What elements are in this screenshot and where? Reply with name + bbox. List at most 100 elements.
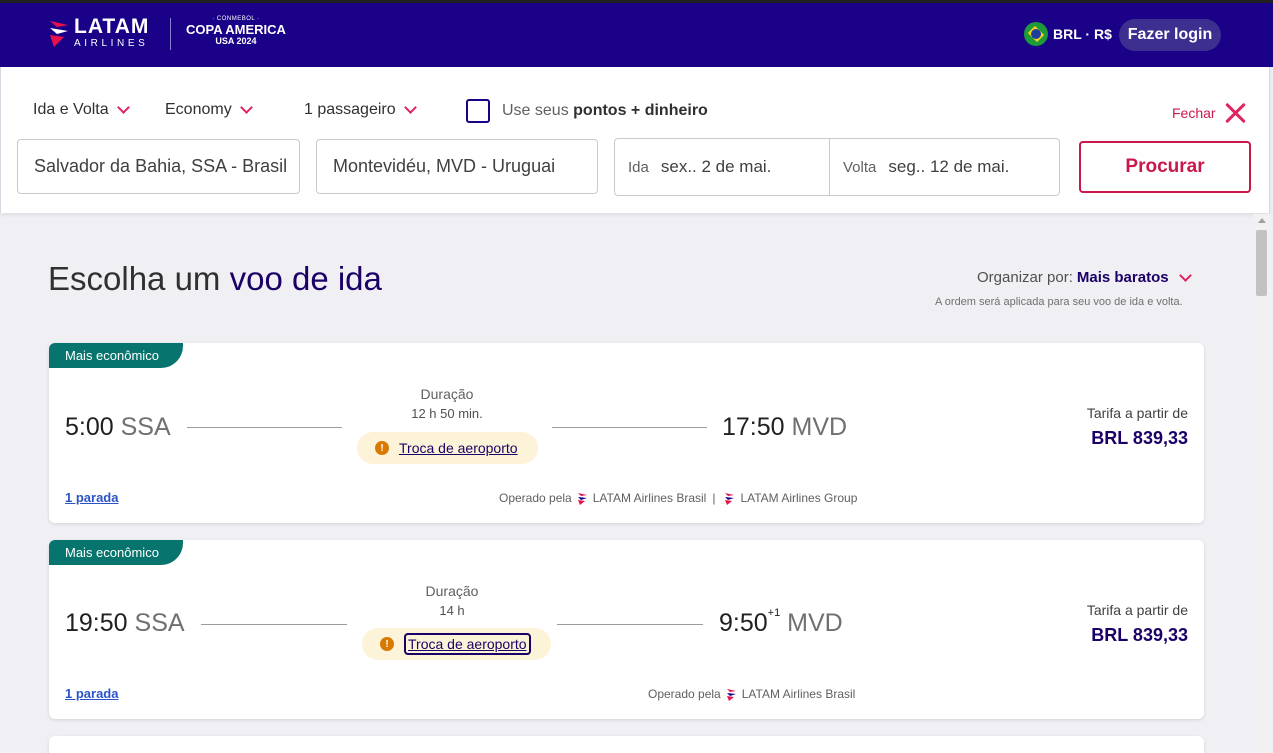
- currency-selector[interactable]: BRL · R$: [1024, 22, 1112, 46]
- copa-main: COPA AMERICA: [186, 22, 286, 37]
- airport-change-pill: ! Troca de aeroporto: [357, 432, 538, 464]
- latam-logo-icon: [50, 20, 68, 47]
- trip-type-dropdown[interactable]: Ida e Volta: [33, 101, 130, 119]
- cheapest-badge: Mais econômico: [49, 540, 183, 565]
- dep-airport: SSA: [134, 609, 185, 637]
- points-bold: pontos + dinheiro: [573, 102, 708, 119]
- arrival-time: 9:50+1 MVD: [719, 607, 843, 638]
- dep-time: 19:50: [65, 609, 128, 637]
- return-value: seg.. 12 de mai.: [888, 157, 1010, 176]
- dep-time: 5:00: [65, 413, 114, 441]
- sort-label: Organizar por:: [977, 269, 1073, 286]
- passengers-label: 1 passageiro: [304, 101, 396, 118]
- date-divider: [829, 139, 830, 195]
- duration-label: Duração: [425, 583, 479, 599]
- trip-type-label: Ida e Volta: [33, 101, 109, 118]
- flight-card[interactable]: Mais econômico 5:00 SSA Duração 12 h 50 …: [49, 343, 1204, 523]
- sort-note: A ordem será aplicada para seu voo de id…: [935, 296, 1183, 308]
- top-bar: LATAM AIRLINES · CONMEBOL · COPA AMERICA…: [0, 0, 1273, 67]
- scroll-thumb[interactable]: [1256, 230, 1267, 296]
- operator-1: LATAM Airlines Brasil: [592, 491, 707, 505]
- operator-1: LATAM Airlines Brasil: [741, 687, 856, 701]
- airport-change-pill: ! Troca de aeroporto: [362, 628, 551, 660]
- destination-value: Montevidéu, MVD - Uruguai: [333, 156, 556, 176]
- arr-time: 17:50: [722, 413, 785, 441]
- fare-value: BRL 839,33: [1091, 428, 1188, 448]
- logo-divider: [170, 18, 171, 50]
- brazil-flag-icon: [1024, 22, 1048, 46]
- close-icon: [1224, 102, 1246, 124]
- depart-value: sex.. 2 de mai.: [660, 157, 772, 176]
- operator-separator: |: [712, 491, 716, 505]
- fare-value: BRL 839,33: [1091, 625, 1188, 645]
- chevron-down-icon: [116, 101, 130, 114]
- brand-name: LATAM: [74, 15, 150, 38]
- copa-sub: USA 2024: [215, 36, 257, 46]
- login-button[interactable]: Fazer login: [1119, 19, 1221, 51]
- operated-by: Operado pela LATAM Airlines Brasil | LAT…: [499, 491, 857, 505]
- brand-sub: AIRLINES: [74, 38, 149, 49]
- depart-date-field[interactable]: Ida sex.. 2 de mai.: [628, 139, 771, 195]
- duration-value: 12 h 50 min.: [411, 406, 483, 421]
- chevron-down-icon: [239, 101, 253, 114]
- chevron-down-icon: [403, 101, 417, 114]
- warning-icon: !: [375, 441, 389, 455]
- fare-label: Tarifa a partir de: [1086, 602, 1188, 618]
- stops-link[interactable]: 1 parada: [65, 686, 118, 701]
- scroll-up-icon[interactable]: [1258, 218, 1266, 223]
- operated-by: Operado pela LATAM Airlines Brasil: [648, 687, 855, 701]
- close-search-button[interactable]: Fechar: [1172, 102, 1246, 124]
- origin-field[interactable]: Salvador da Bahia, SSA - Brasil: [17, 139, 300, 194]
- duration-value: 14 h: [439, 603, 465, 618]
- airport-change-link[interactable]: Troca de aeroporto: [404, 633, 531, 655]
- search-button[interactable]: Procurar: [1079, 141, 1251, 193]
- dates-field: Ida sex.. 2 de mai. Volta seg.. 12 de ma…: [614, 138, 1060, 196]
- latam-mini-logo-icon: [577, 492, 587, 505]
- duration-label: Duração: [420, 386, 474, 402]
- operated-label: Operado pela: [648, 687, 721, 701]
- arr-time: 9:50: [719, 609, 768, 637]
- latam-mini-logo-icon: [725, 492, 735, 505]
- next-day-marker: +1: [767, 607, 781, 619]
- points-prefix: Use seus: [502, 102, 569, 119]
- chevron-down-icon: [1178, 268, 1192, 282]
- window-edge: [0, 0, 1273, 3]
- cabin-label: Economy: [165, 101, 232, 118]
- latam-logo[interactable]: LATAM AIRLINES: [48, 16, 149, 49]
- cheapest-badge: Mais econômico: [49, 343, 183, 368]
- arrival-time: 17:50 MVD: [722, 413, 847, 442]
- arr-airport: MVD: [791, 413, 848, 441]
- dep-airport: SSA: [120, 413, 171, 441]
- route-line-right: [552, 427, 707, 428]
- operator-2: LATAM Airlines Group: [740, 491, 858, 505]
- page-title: Escolha um voo de ida: [48, 260, 382, 298]
- page-scrollbar[interactable]: [1253, 214, 1270, 753]
- points-label: Use seus pontos + dinheiro: [502, 102, 708, 120]
- route-line-left: [201, 624, 347, 625]
- sort-value: Mais baratos: [1076, 269, 1169, 286]
- route-line-right: [557, 624, 703, 625]
- departure-time: 19:50 SSA: [65, 609, 185, 638]
- flight-card[interactable]: [49, 736, 1204, 753]
- title-prefix: Escolha um: [48, 260, 221, 297]
- depart-label: Ida: [628, 158, 649, 176]
- airport-change-link[interactable]: Troca de aeroporto: [399, 440, 518, 456]
- return-date-field[interactable]: Volta seg.. 12 de mai.: [843, 139, 1009, 195]
- latam-mini-logo-icon: [726, 688, 736, 701]
- points-checkbox[interactable]: [466, 99, 490, 123]
- stops-link[interactable]: 1 parada: [65, 490, 118, 505]
- departure-time: 5:00 SSA: [65, 413, 171, 442]
- cabin-dropdown[interactable]: Economy: [165, 101, 253, 119]
- arr-airport: MVD: [787, 609, 843, 637]
- operated-label: Operado pela: [499, 491, 572, 505]
- warning-icon: !: [380, 637, 394, 651]
- title-bold: voo de ida: [229, 260, 382, 297]
- currency-label: BRL · R$: [1053, 26, 1112, 42]
- fare-label: Tarifa a partir de: [1086, 405, 1188, 421]
- destination-field[interactable]: Montevidéu, MVD - Uruguai: [316, 139, 598, 194]
- flight-card[interactable]: Mais econômico 19:50 SSA Duração 14 h ! …: [49, 540, 1204, 719]
- passengers-dropdown[interactable]: 1 passageiro: [304, 101, 417, 119]
- sort-dropdown[interactable]: Organizar por: Mais baratos: [977, 268, 1192, 286]
- return-label: Volta: [843, 158, 877, 176]
- route-line-left: [187, 427, 342, 428]
